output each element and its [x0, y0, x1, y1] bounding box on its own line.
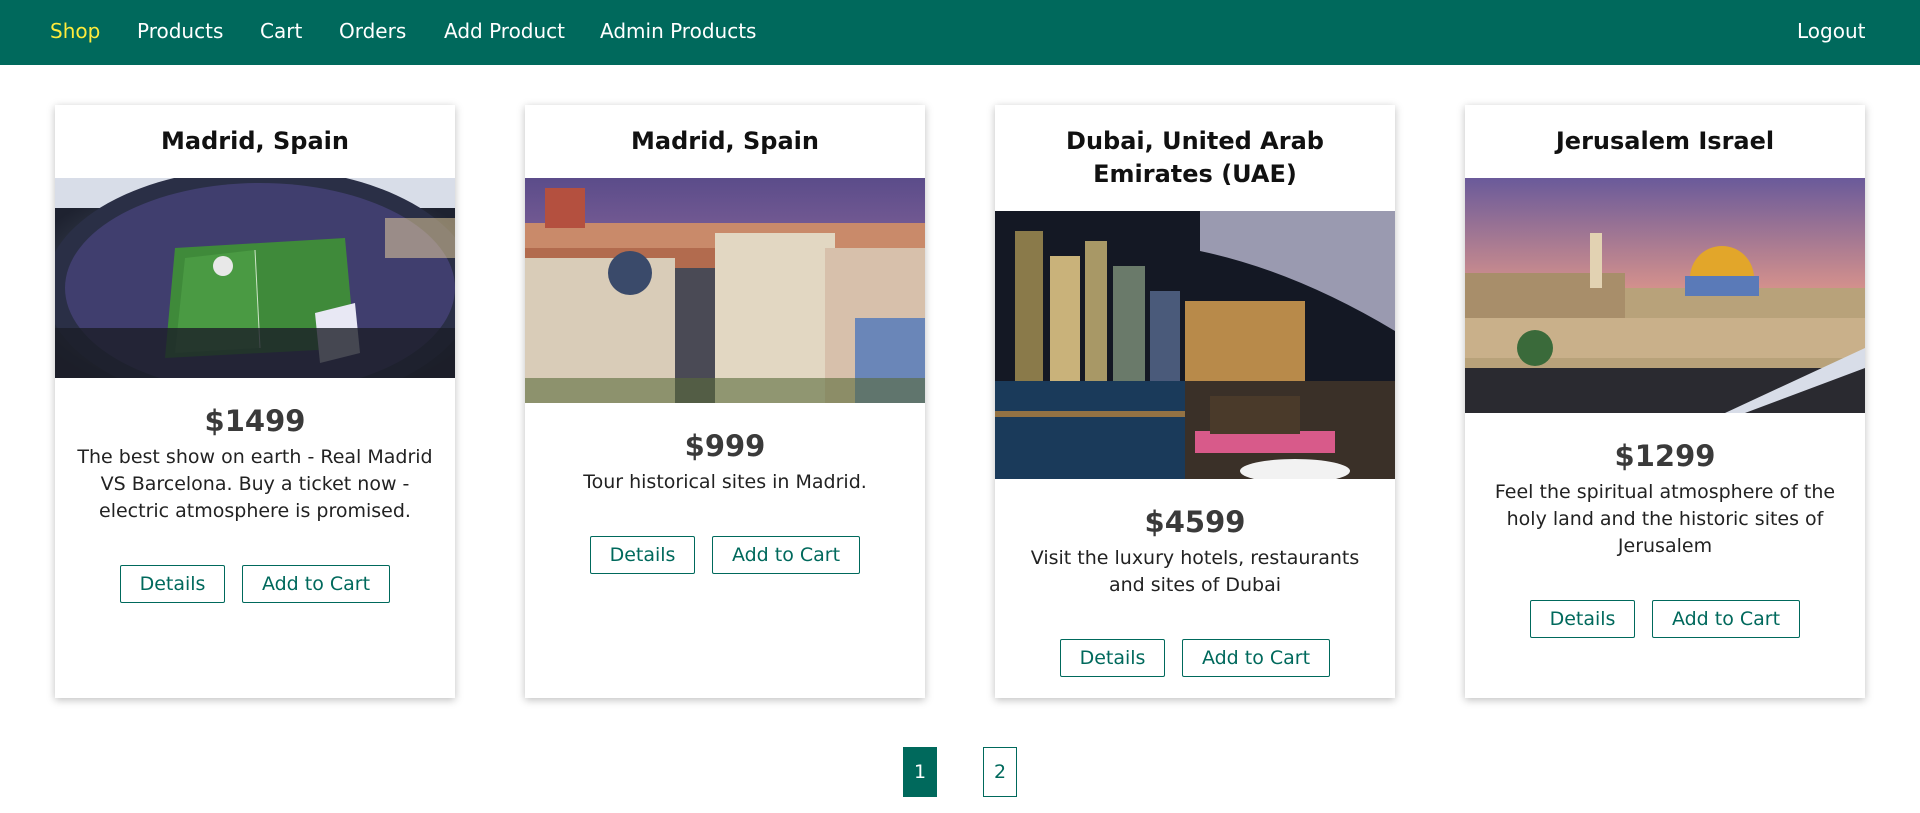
details-button[interactable]: Details: [1530, 600, 1635, 638]
product-price: $1299: [1614, 439, 1716, 473]
product-description: Visit the luxury hotels, restaurants and…: [1030, 547, 1360, 596]
page-1-button[interactable]: 1: [903, 747, 937, 797]
product-description: Tour historical sites in Madrid.: [583, 471, 867, 493]
product-description: Feel the spiritual atmosphere of the hol…: [1494, 481, 1836, 557]
details-button[interactable]: Details: [120, 565, 225, 603]
product-price: $4599: [1144, 505, 1246, 539]
product-card: Madrid, Spain $999 Tour historical sites…: [525, 105, 925, 698]
product-card: Madrid, Spain $1499 The best show on ear…: [55, 105, 455, 698]
nav-shop[interactable]: Shop: [50, 19, 100, 43]
product-image-dubai: [995, 211, 1395, 479]
nav-admin-products[interactable]: Admin Products: [600, 19, 756, 43]
product-image-stadium: [55, 178, 455, 378]
nav-products[interactable]: Products: [137, 19, 223, 43]
product-title: Jerusalem Israel: [1555, 127, 1775, 155]
nav-orders[interactable]: Orders: [339, 19, 406, 43]
product-price: $1499: [204, 404, 306, 438]
product-title: Madrid, Spain: [161, 127, 349, 155]
product-card: Jerusalem Israel $1299 Feel the spiritua…: [1465, 105, 1865, 698]
product-title: Madrid, Spain: [631, 127, 819, 155]
nav-logout[interactable]: Logout: [1797, 19, 1865, 43]
product-image-madrid-city: [525, 178, 925, 403]
details-button[interactable]: Details: [590, 536, 695, 574]
add-to-cart-button[interactable]: Add to Cart: [712, 536, 860, 574]
product-price: $999: [684, 429, 766, 463]
details-button[interactable]: Details: [1060, 639, 1165, 677]
nav-add-product[interactable]: Add Product: [444, 19, 565, 43]
product-description: The best show on earth - Real Madrid VS …: [77, 446, 433, 522]
nav-cart[interactable]: Cart: [260, 19, 302, 43]
top-navigation-bar: Shop Products Cart Orders Add Product Ad…: [0, 0, 1920, 65]
add-to-cart-button[interactable]: Add to Cart: [242, 565, 390, 603]
add-to-cart-button[interactable]: Add to Cart: [1182, 639, 1330, 677]
product-image-jerusalem: [1465, 178, 1865, 413]
page-2-button[interactable]: 2: [983, 747, 1017, 797]
product-title: Dubai, United Arab Emirates (UAE): [1066, 127, 1324, 188]
add-to-cart-button[interactable]: Add to Cart: [1652, 600, 1800, 638]
product-card: Dubai, United Arab Emirates (UAE) $4599 …: [995, 105, 1395, 698]
